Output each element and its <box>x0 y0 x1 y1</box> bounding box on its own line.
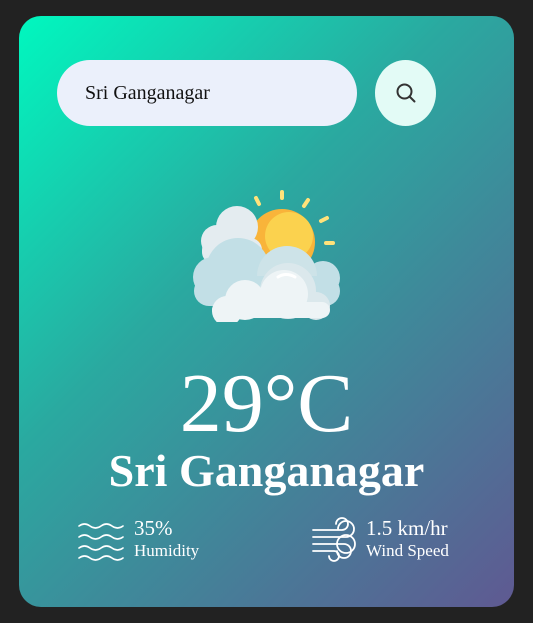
temperature: 29°C <box>179 357 354 450</box>
search-button[interactable] <box>375 60 436 126</box>
city-name: Sri Ganganagar <box>108 445 425 496</box>
humidity-label: Humidity <box>134 541 200 560</box>
wind-label: Wind Speed <box>366 541 449 560</box>
search-input[interactable] <box>57 60 357 126</box>
wind-value: 1.5 km/hr <box>366 516 448 540</box>
humidity-stat: 35% Humidity <box>78 516 199 562</box>
wind-stat: 1.5 km/hr Wind Speed <box>310 516 449 562</box>
humidity-waves-icon <box>78 523 124 561</box>
search-icon <box>396 83 415 103</box>
humidity-text: 35% Humidity <box>134 516 199 562</box>
sun-behind-clouds-icon <box>193 190 340 322</box>
wind-icon <box>312 517 356 562</box>
humidity-value: 35% <box>134 516 173 540</box>
wind-text: 1.5 km/hr Wind Speed <box>366 516 449 562</box>
weather-card: 29°C Sri Ganganagar 35% Humidity <box>19 16 514 607</box>
